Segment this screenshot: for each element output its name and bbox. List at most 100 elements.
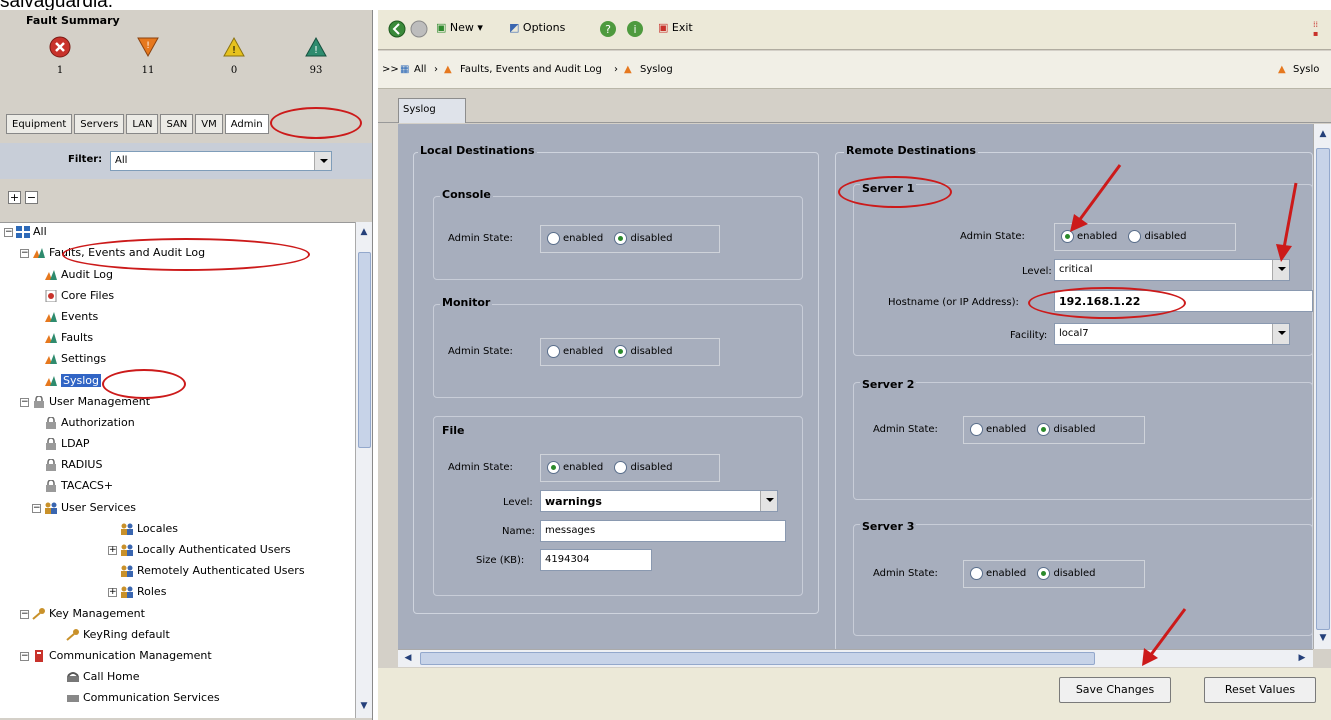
scroll-left-icon[interactable]: ◀ xyxy=(400,650,416,666)
breadcrumb-item-syslog[interactable]: Syslog xyxy=(640,64,673,75)
filter-select[interactable]: All xyxy=(110,151,332,171)
breadcrumb-item-all[interactable]: All xyxy=(414,64,426,75)
back-icon[interactable] xyxy=(388,20,406,38)
server3-disabled-radio[interactable] xyxy=(1037,567,1051,580)
tab-admin[interactable]: Admin xyxy=(224,114,269,134)
options-button[interactable]: ◩ Options xyxy=(509,21,565,34)
tree-item-remotely-authenticated-users[interactable]: Remotely Authenticated Users xyxy=(120,562,305,580)
tab-syslog[interactable]: Syslog xyxy=(398,98,466,123)
tree-item-core-files[interactable]: Core Files xyxy=(44,287,114,305)
tab-san[interactable]: SAN xyxy=(160,114,194,134)
chevron-down-icon[interactable] xyxy=(314,152,331,170)
server1-level-value: critical xyxy=(1059,264,1093,275)
remote-destinations-title: Remote Destinations xyxy=(844,144,978,157)
lock-icon xyxy=(46,480,56,492)
tab-servers[interactable]: Servers xyxy=(74,114,125,134)
help-icon[interactable]: ? xyxy=(599,20,617,38)
fault-critical-count: 1 xyxy=(56,65,64,76)
chevron-down-icon[interactable] xyxy=(1272,324,1289,344)
tree-item-radius[interactable]: RADIUS xyxy=(44,456,102,474)
tree-item-keyring-default[interactable]: KeyRing default xyxy=(66,626,170,644)
scroll-right-icon[interactable]: ▶ xyxy=(1294,650,1310,666)
new-button[interactable]: ▣ New ▾ xyxy=(436,21,483,34)
monitor-enabled-radio[interactable] xyxy=(547,345,560,358)
tree-item-locally-authenticated-users[interactable]: + Locally Authenticated Users xyxy=(108,541,291,559)
tree-scroll-thumb[interactable] xyxy=(358,252,371,448)
collapse-icon[interactable]: − xyxy=(20,248,29,258)
server2-enabled-radio[interactable] xyxy=(970,423,983,436)
tree-item-all[interactable]: − All xyxy=(4,223,47,241)
chevron-down-icon[interactable] xyxy=(1272,260,1289,280)
tree-item-authorization[interactable]: Authorization xyxy=(44,414,135,432)
subtab-bar: Syslog xyxy=(378,90,1331,123)
exit-button[interactable]: ▣ Exit xyxy=(658,21,693,34)
tree-item-syslog[interactable]: Syslog xyxy=(44,372,101,390)
file-enabled-radio[interactable] xyxy=(547,461,560,474)
forward-icon[interactable] xyxy=(410,20,428,38)
collapse-icon[interactable]: − xyxy=(20,609,29,619)
info-icon[interactable]: i xyxy=(626,20,644,38)
expand-all-icon[interactable]: + xyxy=(8,191,21,204)
server1-enabled-radio[interactable] xyxy=(1061,230,1074,243)
file-name-input[interactable]: messages xyxy=(540,520,786,542)
save-changes-button[interactable]: Save Changes xyxy=(1059,677,1171,703)
breadcrumb-item-faults[interactable]: Faults, Events and Audit Log xyxy=(460,64,602,75)
monitor-disabled-radio[interactable] xyxy=(614,345,628,358)
tree-item-audit-log[interactable]: Audit Log xyxy=(44,266,113,284)
expand-icon[interactable]: + xyxy=(108,545,117,555)
content-vscroll-thumb[interactable] xyxy=(1316,148,1330,630)
file-disabled-radio[interactable] xyxy=(614,461,628,474)
tree-item-user-services[interactable]: − User Services xyxy=(32,499,136,517)
tree-item-events[interactable]: Events xyxy=(44,308,98,326)
tree-item-roles[interactable]: + Roles xyxy=(108,583,166,601)
svg-text:!: ! xyxy=(146,41,150,51)
tree-item-locales[interactable]: Locales xyxy=(120,520,178,538)
tree-item-communication-management[interactable]: − Communication Management xyxy=(20,647,212,665)
tree-label: User Services xyxy=(61,501,136,514)
scroll-down-icon[interactable]: ▼ xyxy=(1315,630,1331,646)
server1-facility-select[interactable]: local7 xyxy=(1054,323,1290,345)
file-size-input[interactable]: 4194304 xyxy=(540,549,652,571)
fault-critical[interactable]: 1 xyxy=(30,36,90,76)
tree-item-communication-services[interactable]: Communication Services xyxy=(66,689,220,707)
server1-level-select[interactable]: critical xyxy=(1054,259,1290,281)
tree-item-settings[interactable]: Settings xyxy=(44,350,106,368)
new-icon: ▣ xyxy=(436,21,447,34)
collapse-all-icon[interactable]: − xyxy=(25,191,38,204)
content-vertical-scrollbar[interactable]: ▲ ▼ xyxy=(1313,124,1331,649)
content-horizontal-scrollbar[interactable]: ◀ ▶ xyxy=(398,649,1313,667)
tree-item-ldap[interactable]: LDAP xyxy=(44,435,90,453)
expand-icon[interactable]: + xyxy=(108,587,117,597)
scroll-up-icon[interactable]: ▲ xyxy=(1315,126,1331,142)
collapse-icon[interactable]: − xyxy=(4,227,13,237)
collapse-icon[interactable]: − xyxy=(32,503,41,513)
tab-vm[interactable]: VM xyxy=(195,114,223,134)
fault-warning[interactable]: ! 93 xyxy=(286,36,346,76)
fault-major[interactable]: ! 11 xyxy=(118,36,178,76)
server2-disabled-radio[interactable] xyxy=(1037,423,1051,436)
server1-hostname-input[interactable]: 192.168.1.22 xyxy=(1054,290,1313,312)
tree-item-faults[interactable]: Faults xyxy=(44,329,93,347)
fault-minor[interactable]: ! 0 xyxy=(204,36,264,76)
tree-item-user-management[interactable]: − User Management xyxy=(20,393,150,411)
console-disabled-radio[interactable] xyxy=(614,232,628,245)
tree-item-faults-events-audit-log[interactable]: − Faults, Events and Audit Log xyxy=(20,244,205,262)
tab-lan[interactable]: LAN xyxy=(126,114,159,134)
breadcrumb-prefix[interactable]: >> xyxy=(382,64,399,75)
server3-enabled-radio[interactable] xyxy=(970,567,983,580)
tree-scrollbar[interactable]: ▲ ▼ xyxy=(355,222,372,718)
collapse-icon[interactable]: − xyxy=(20,397,29,407)
tree-item-call-home[interactable]: Call Home xyxy=(66,668,140,686)
tree-item-tacacs[interactable]: TACACS+ xyxy=(44,477,113,495)
tab-equipment[interactable]: Equipment xyxy=(6,114,73,134)
server1-disabled-radio[interactable] xyxy=(1128,230,1142,243)
scroll-down-icon[interactable]: ▼ xyxy=(356,698,372,714)
chevron-down-icon[interactable] xyxy=(760,491,777,511)
content-hscroll-thumb[interactable] xyxy=(420,652,1095,665)
tree-item-key-management[interactable]: − Key Management xyxy=(20,605,145,623)
collapse-icon[interactable]: − xyxy=(20,651,29,661)
console-enabled-radio[interactable] xyxy=(547,232,560,245)
reset-values-button[interactable]: Reset Values xyxy=(1204,677,1316,703)
file-level-select[interactable]: warnings xyxy=(540,490,778,512)
scroll-up-icon[interactable]: ▲ xyxy=(356,224,372,240)
